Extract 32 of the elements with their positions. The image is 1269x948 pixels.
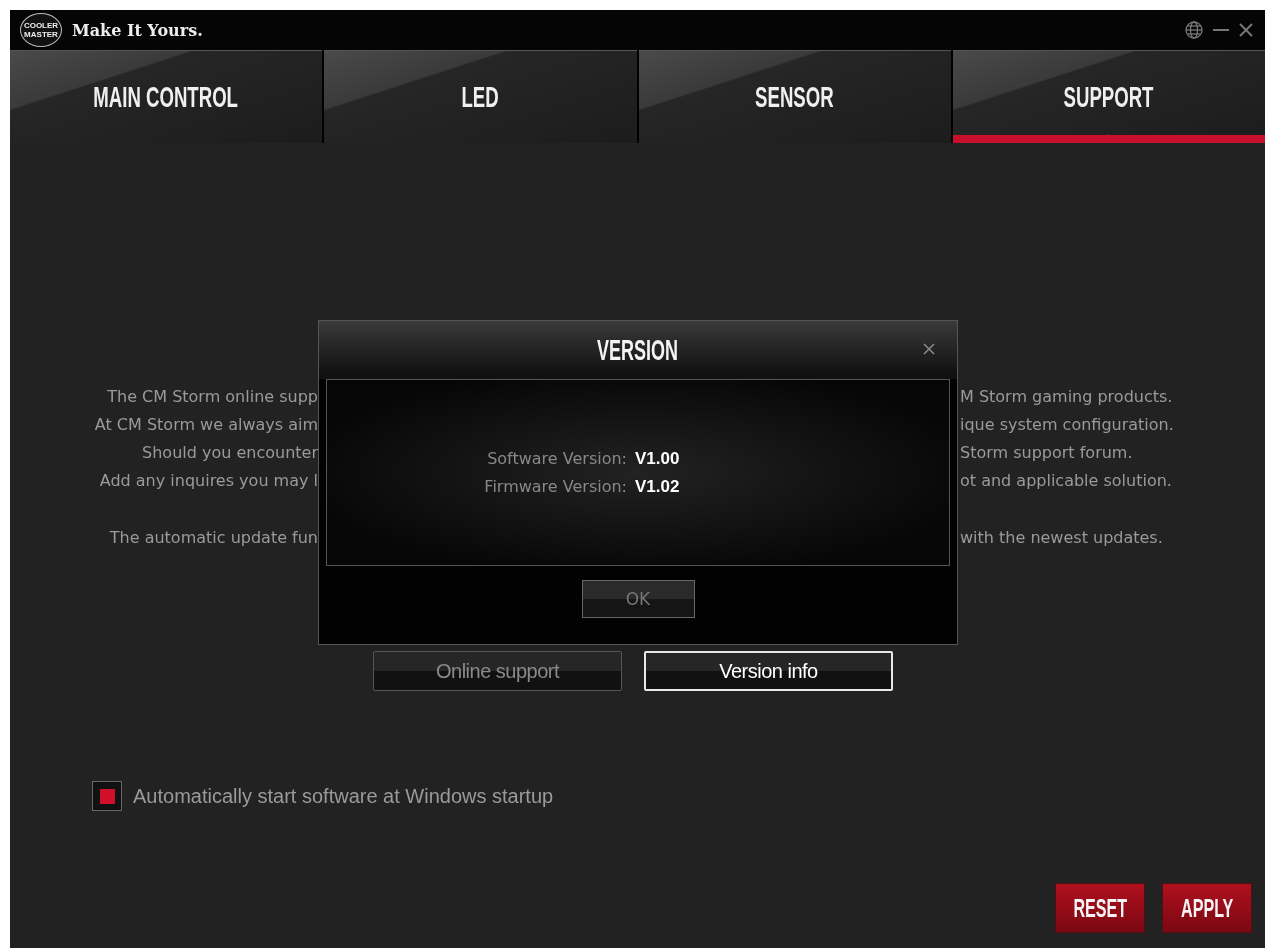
tab[interactable]: SENSOR: [638, 50, 951, 143]
tab[interactable]: SUPPORT: [952, 50, 1265, 143]
text-fragment: M Storm gaming products.: [960, 386, 1173, 406]
close-icon[interactable]: [923, 343, 935, 355]
text-fragment: The automatic update fun: [108, 527, 318, 547]
ok-button[interactable]: OK: [581, 580, 695, 618]
text-fragment: Should you encounter: [141, 442, 318, 462]
logo: COOLER MASTER: [20, 13, 62, 47]
dialog-title: VERSION: [597, 333, 679, 367]
text-fragment: Storm support forum.: [960, 442, 1133, 462]
action-button[interactable]: APPLY: [1162, 883, 1252, 933]
tab[interactable]: LED: [324, 50, 637, 143]
close-icon[interactable]: [1239, 23, 1253, 37]
version-value: V1.02: [635, 476, 680, 497]
checkbox[interactable]: [92, 781, 122, 811]
globe-icon[interactable]: [1185, 21, 1203, 39]
tab[interactable]: MAIN CONTROL: [10, 50, 323, 143]
text-fragment: with the newest updates.: [960, 527, 1163, 547]
text-fragment: ique system configuration.: [960, 414, 1174, 434]
text-fragment: At CM Storm we always aim: [93, 414, 318, 434]
minimize-icon[interactable]: [1213, 28, 1229, 32]
support-button[interactable]: Online support: [373, 651, 622, 691]
text-fragment: ot and applicable solution.: [960, 470, 1172, 490]
text-fragment: Add any inquires you may l: [98, 470, 318, 490]
version-value: V1.00: [635, 448, 680, 469]
app-title: Make It Yours.: [72, 20, 203, 40]
action-button[interactable]: RESET: [1055, 883, 1145, 933]
text-fragment: The CM Storm online supp: [106, 386, 318, 406]
support-button[interactable]: Version info: [644, 651, 893, 691]
checkbox-label: Automatically start software at Windows startup: [133, 784, 554, 808]
version-label: Firmware Version:: [483, 477, 627, 496]
version-label: Software Version:: [486, 449, 627, 468]
